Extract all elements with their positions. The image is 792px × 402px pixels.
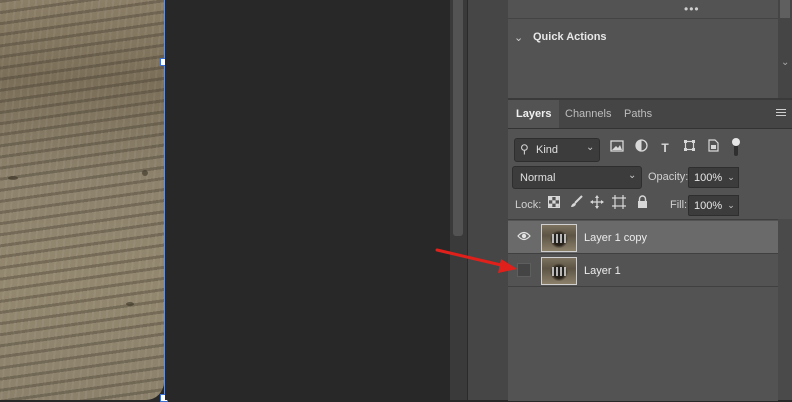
section-divider bbox=[508, 18, 778, 19]
eye-icon[interactable] bbox=[517, 230, 531, 244]
opacity-slider-toggle[interactable]: ⌄ bbox=[724, 167, 739, 188]
fill-label: Fill: bbox=[670, 199, 688, 211]
layer-thumbnail[interactable] bbox=[541, 257, 577, 285]
tab-paths[interactable]: Paths bbox=[616, 100, 660, 128]
pasteboard bbox=[165, 0, 450, 400]
shape-filter-icon[interactable] bbox=[680, 139, 698, 157]
layer-thumbnail[interactable] bbox=[541, 224, 577, 252]
layers-panel-tabbar: Layers Channels Paths bbox=[508, 100, 792, 129]
blend-mode-value: Normal bbox=[520, 172, 556, 184]
quick-actions-scroll-thumb[interactable] bbox=[780, 0, 790, 18]
canvas-image[interactable] bbox=[0, 0, 164, 400]
tab-channels[interactable]: Channels bbox=[557, 100, 619, 128]
tab-layers[interactable]: Layers bbox=[508, 100, 560, 128]
chevron-down-icon[interactable]: ⌄ bbox=[514, 31, 523, 44]
layer-row-layer-1[interactable]: Layer 1 bbox=[508, 254, 778, 286]
layer-filter-toggle[interactable] bbox=[732, 138, 740, 156]
smart-object-filter-icon[interactable] bbox=[704, 139, 722, 157]
toggle-knob bbox=[732, 138, 740, 146]
blend-mode-select[interactable]: Normal ⌄ bbox=[512, 166, 642, 189]
thumbnail-detail bbox=[552, 234, 566, 243]
thumbnail-detail bbox=[552, 267, 566, 276]
layer-row-layer-1-copy[interactable]: Layer 1 copy bbox=[508, 221, 778, 253]
adjustment-filter-icon[interactable] bbox=[632, 139, 650, 157]
opacity-label: Opacity: bbox=[648, 171, 689, 183]
fill-input[interactable]: 100% bbox=[688, 195, 726, 216]
lock-artboard-icon[interactable] bbox=[611, 195, 627, 213]
lock-label: Lock: bbox=[515, 199, 542, 211]
quick-actions-panel: ••• ⌄ Quick Actions bbox=[508, 0, 778, 98]
texture-speck bbox=[142, 170, 148, 176]
panel-menu-icon[interactable] bbox=[776, 109, 786, 118]
layer-filter-kind-select[interactable]: ⚲ Kind ⌄ bbox=[514, 138, 600, 162]
search-icon: ⚲ bbox=[520, 142, 529, 156]
kind-label: Kind bbox=[536, 144, 559, 156]
opacity-input[interactable]: 100% bbox=[688, 167, 726, 188]
quick-actions-title[interactable]: Quick Actions bbox=[533, 31, 607, 43]
layer-name[interactable]: Layer 1 bbox=[584, 265, 621, 277]
row-divider bbox=[508, 286, 778, 287]
visibility-toggle-off[interactable] bbox=[517, 263, 531, 277]
canvas-scrollbar-thumb[interactable] bbox=[453, 0, 463, 236]
image-filter-icon[interactable] bbox=[608, 139, 626, 157]
chevron-down-icon: ⌄ bbox=[628, 170, 637, 181]
lock-transparent-pixels-icon[interactable] bbox=[546, 195, 562, 213]
fill-slider-toggle[interactable]: ⌄ bbox=[724, 195, 739, 216]
lock-all-icon[interactable] bbox=[634, 195, 650, 213]
lock-image-pixels-icon[interactable] bbox=[568, 195, 584, 213]
layer-name[interactable]: Layer 1 copy bbox=[584, 232, 647, 244]
type-filter-icon[interactable]: T bbox=[656, 139, 674, 157]
scroll-down-arrow-icon[interactable]: ⌄ bbox=[781, 57, 789, 68]
layers-list: Layer 1 copy Layer 1 bbox=[508, 219, 778, 401]
more-options-icon[interactable]: ••• bbox=[684, 2, 700, 16]
layers-list-scrollbar[interactable] bbox=[778, 219, 792, 400]
opacity-value: 100% bbox=[694, 172, 723, 184]
texture-speck bbox=[8, 176, 18, 180]
texture-speck bbox=[126, 302, 134, 306]
fill-value: 100% bbox=[694, 200, 723, 212]
lock-position-icon[interactable] bbox=[589, 195, 605, 213]
right-panel-dock: ••• ⌄ Quick Actions ⌄ Layers Channels Pa… bbox=[508, 0, 792, 401]
panel-dock-gutter bbox=[467, 0, 509, 400]
chevron-down-icon: ⌄ bbox=[586, 142, 595, 153]
